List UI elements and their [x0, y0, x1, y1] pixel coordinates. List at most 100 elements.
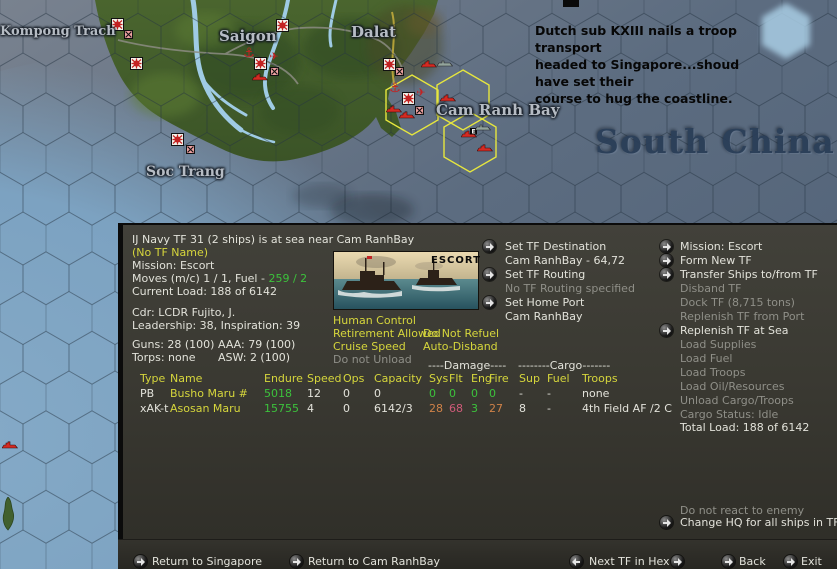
mission-button[interactable]: Mission: Escort	[680, 240, 762, 253]
col-header-endure: Endure	[264, 372, 303, 385]
change-hq-button[interactable]: Change HQ for all ships in TF	[680, 516, 837, 529]
return-to-singapore-button[interactable]: Return to Singapore	[152, 555, 262, 568]
tf-commander[interactable]: Cdr: LCDR Fujito, J.	[132, 306, 235, 319]
event-message: Dutch sub KXIII nails a troop transport …	[535, 22, 760, 107]
ground-unit-icon[interactable]	[415, 106, 424, 115]
col-header-troops: Troops	[582, 372, 618, 385]
col-header-capacity: Capacity	[374, 372, 423, 385]
unit-counter-edge[interactable]	[563, 0, 579, 7]
action-arrow-icon[interactable]	[660, 254, 673, 267]
speed-status[interactable]: Cruise Speed	[333, 340, 406, 353]
action-arrow-icon[interactable]	[483, 296, 496, 309]
load-supplies-item: Load Supplies	[680, 338, 757, 351]
action-arrow-icon[interactable]	[660, 516, 673, 529]
unload-cargo-item: Unload Cargo/Troops	[680, 394, 794, 407]
ship-row-capacity: 6142/3	[374, 402, 413, 415]
map-label-kompong-trach: Kompong Trach	[0, 24, 116, 39]
disband-tf-item: Disband TF	[680, 282, 742, 295]
ship-row-troops: 4th Field AF /2 C	[582, 402, 672, 415]
ship-row-type: PB	[140, 387, 155, 400]
set-tf-routing-button[interactable]: Set TF Routing	[505, 268, 585, 281]
ship-row-flt: 68	[449, 402, 463, 415]
action-arrow-icon[interactable]	[483, 240, 496, 253]
col-header-ops: Ops	[343, 372, 365, 385]
replenish-from-port-item: Replenish TF from Port	[680, 310, 805, 323]
map-label-saigon: Saigon	[219, 27, 277, 45]
ship-row-name[interactable]: Asosan Maru	[170, 402, 241, 415]
ship-row-sys: 28	[429, 402, 443, 415]
ship-row-fire: 27	[489, 402, 503, 415]
ship-image-caption: ESCORT	[431, 255, 481, 266]
exit-button[interactable]: Exit	[801, 555, 822, 568]
form-new-tf-button[interactable]: Form New TF	[680, 254, 752, 267]
action-arrow-icon[interactable]	[290, 555, 303, 568]
japanese-base-icon[interactable]	[276, 19, 289, 32]
fuel-value: 259 / 2	[268, 272, 308, 285]
ship-row-speed: 4	[307, 402, 314, 415]
action-arrow-icon[interactable]	[660, 268, 673, 281]
ship-row-endure: 15755	[264, 402, 299, 415]
next-tf-arrow-icon[interactable]	[671, 555, 684, 568]
japanese-base-icon-saigon[interactable]	[254, 57, 267, 70]
aircraft-icon	[416, 86, 426, 98]
japanese-base-icon-dalat[interactable]	[383, 58, 396, 71]
unload-status[interactable]: Do not Unload	[333, 353, 412, 366]
anchor-icon	[389, 81, 401, 94]
load-fuel-item: Load Fuel	[680, 352, 733, 365]
action-arrow-icon[interactable]	[134, 555, 147, 568]
routing-value: No TF Routing specified	[505, 282, 635, 295]
action-arrow-icon[interactable]	[483, 268, 496, 281]
previous-tf-arrow-icon[interactable]	[570, 555, 583, 568]
event-message-line: Dutch sub KXIII nails a troop transport	[535, 23, 737, 55]
damage-group-header: ----Damage----	[428, 359, 507, 372]
ship-row-name[interactable]: Busho Maru #	[170, 387, 248, 400]
set-tf-destination-button[interactable]: Set TF Destination	[505, 240, 606, 253]
action-arrow-icon[interactable]	[722, 555, 735, 568]
ship-row-sup: -	[519, 387, 523, 400]
transfer-ships-button[interactable]: Transfer Ships to/from TF	[680, 268, 818, 281]
replenish-at-sea-button[interactable]: Replenish TF at Sea	[680, 324, 789, 337]
ship-row-troops: none	[582, 387, 610, 400]
tf-mission: Mission: Escort	[132, 259, 215, 272]
moves-label: Moves (m/c) 1 / 1, Fuel -	[132, 272, 269, 285]
japanese-base-icon-soc-trang[interactable]	[171, 133, 184, 146]
ship-row-fire: 0	[489, 387, 496, 400]
col-header-fuel: Fuel	[547, 372, 570, 385]
tf-torps: Torps: none	[132, 351, 196, 364]
ship-row-eng: 0	[471, 387, 478, 400]
tf-guns: Guns: 28 (100)	[132, 338, 215, 351]
back-button[interactable]: Back	[739, 555, 766, 568]
load-troops-item: Load Troops	[680, 366, 746, 379]
col-header-flt: Flt	[449, 372, 463, 385]
japanese-base-icon-cam-ranh[interactable]	[402, 92, 415, 105]
event-message-line: headed to Singapore...shoud have set the…	[535, 57, 740, 89]
cargo-group-header: --------Cargo-------	[518, 359, 611, 372]
control-status[interactable]: Human Control	[333, 314, 416, 327]
ship-row-endure: 5018	[264, 387, 292, 400]
ground-unit-icon[interactable]	[270, 67, 279, 76]
next-tf-in-hex-label[interactable]: Next TF in Hex	[589, 555, 670, 568]
tf-title: IJ Navy TF 31 (2 ships) is at sea near C…	[132, 233, 415, 246]
ship-row-ops: 0	[343, 402, 350, 415]
col-header-type: Type	[140, 372, 166, 385]
ground-unit-icon[interactable]	[395, 67, 404, 76]
return-to-cam-ranh-button[interactable]: Return to Cam RanhBay	[308, 555, 440, 568]
tf-current-load: Current Load: 188 of 6142	[132, 285, 277, 298]
tf-moves: Moves (m/c) 1 / 1, Fuel - 259 / 2	[132, 272, 307, 285]
ground-unit-icon[interactable]	[186, 145, 195, 154]
event-message-line: course to hug the coastline.	[535, 91, 733, 106]
japanese-base-icon[interactable]	[130, 57, 143, 70]
action-arrow-icon[interactable]	[784, 555, 797, 568]
set-home-port-button[interactable]: Set Home Port	[505, 296, 584, 309]
disband-status[interactable]: Auto-Disband	[423, 340, 498, 353]
refuel-status[interactable]: Do Not Refuel	[423, 327, 499, 340]
tf-leadership: Leadership: 38, Inspiration: 39	[132, 319, 301, 332]
col-header-sys: Sys	[429, 372, 449, 385]
ground-unit-icon[interactable]	[124, 30, 133, 39]
ship-row-eng: 3	[471, 402, 478, 415]
action-arrow-icon[interactable]	[660, 324, 673, 337]
tf-asw: ASW: 2 (100)	[218, 351, 291, 364]
tf-name[interactable]: (No TF Name)	[132, 246, 208, 259]
ship-row-ops: 0	[343, 387, 350, 400]
action-arrow-icon[interactable]	[660, 240, 673, 253]
